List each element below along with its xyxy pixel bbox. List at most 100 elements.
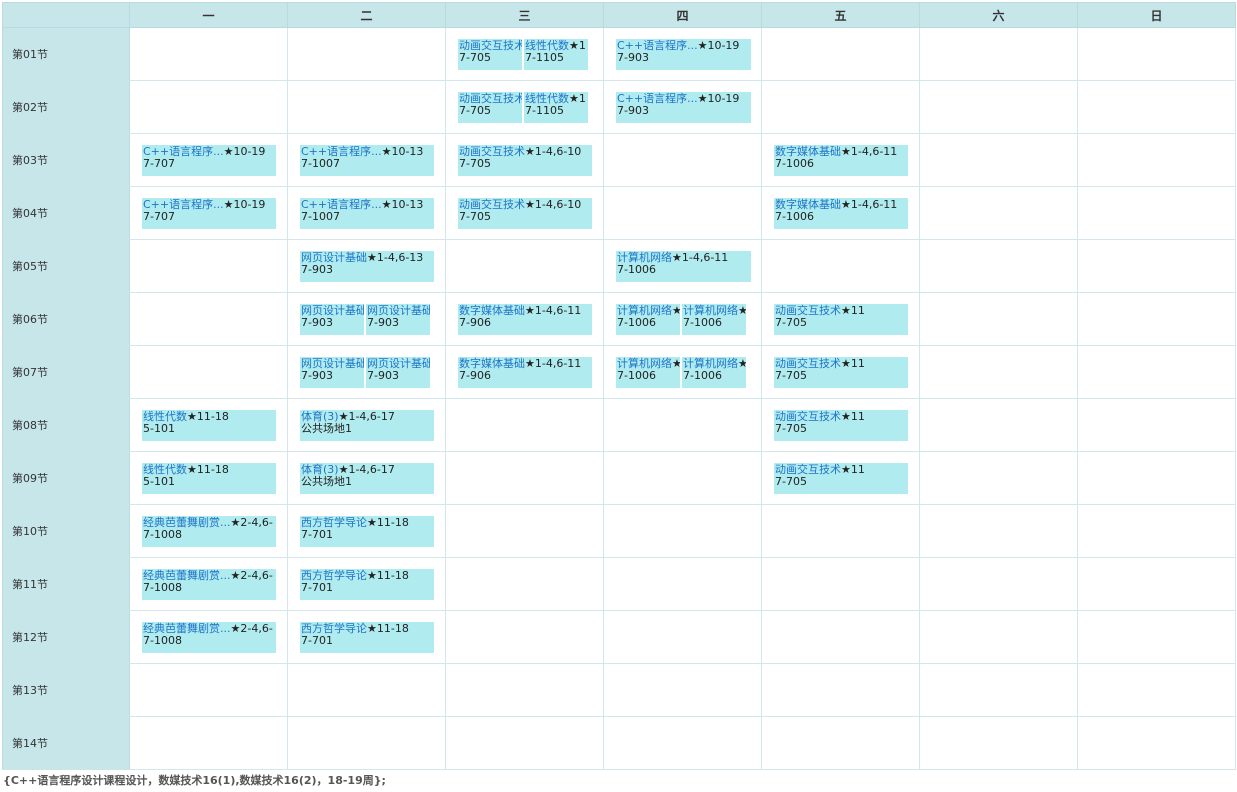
- cell-course-group: 计算机网络★1-4,6-11 7-1006: [616, 251, 761, 282]
- header-day-fri: 五: [761, 2, 920, 28]
- course-block[interactable]: 动画交互技术★11 7-705: [774, 463, 908, 494]
- course-block[interactable]: 网页设计基础 7-903: [366, 357, 430, 388]
- course-block[interactable]: 计算机网络★ 7-1006: [682, 304, 746, 335]
- course-weeks: ★1-4,6-10: [525, 198, 582, 211]
- course-block[interactable]: C++语言程序...★10-19 7-707: [142, 145, 276, 176]
- course-block[interactable]: 体育(3)★1-4,6-17 公共场地1: [300, 410, 434, 441]
- course-room: 7-701: [301, 634, 333, 647]
- course-block[interactable]: 西方哲学导论★11-18 7-701: [300, 569, 434, 600]
- course-weeks: ★: [738, 357, 746, 370]
- course-room: 7-705: [459, 210, 491, 223]
- course-block[interactable]: 线性代数★11-18 5-101: [142, 463, 276, 494]
- course-room: 7-903: [301, 316, 333, 329]
- cell-course-group: 动画交互技术★11 7-705: [774, 357, 919, 388]
- course-block[interactable]: 动画交互技术★1-4,6-10 7-705: [458, 145, 592, 176]
- cell-course-group: 经典芭蕾舞剧赏...★2-4,6- 7-1008: [142, 622, 287, 653]
- cell-course-group: 体育(3)★1-4,6-17 公共场地1: [300, 463, 445, 494]
- course-block[interactable]: 线性代数★1 7-1105: [524, 92, 588, 123]
- course-block[interactable]: 线性代数★1 7-1105: [524, 39, 588, 70]
- course-block[interactable]: 网页设计基础★1-4,6-13 7-903: [300, 251, 434, 282]
- course-room: 7-1105: [525, 104, 564, 117]
- course-block[interactable]: 计算机网络★ 7-1006: [616, 357, 680, 388]
- period-row: 第13节: [2, 663, 1236, 717]
- course-block[interactable]: C++语言程序...★10-19 7-903: [616, 92, 751, 123]
- course-weeks: ★11-18: [187, 463, 229, 476]
- course-block[interactable]: 动画交互技术★1-4,6-10 7-705: [458, 198, 592, 229]
- course-room: 7-705: [775, 316, 807, 329]
- course-block[interactable]: 数字媒体基础★1-4,6-11 7-1006: [774, 198, 908, 229]
- course-room: 7-705: [459, 157, 491, 170]
- schedule-cell-mon: [129, 716, 288, 770]
- period-row: 第07节 网页设计基础 7-903 网页设计基础 7-903 数字媒体基础★1-4,6-1…: [2, 345, 1236, 399]
- course-block[interactable]: 计算机网络★ 7-1006: [616, 304, 680, 335]
- course-weeks: ★11: [841, 304, 865, 317]
- course-block[interactable]: 西方哲学导论★11-18 7-701: [300, 622, 434, 653]
- course-weeks: ★2-4,6-: [230, 622, 273, 635]
- course-block[interactable]: C++语言程序...★10-13 7-1007: [300, 198, 434, 229]
- course-block[interactable]: 动画交互技术 7-705: [458, 92, 522, 123]
- course-block[interactable]: 网页设计基础 7-903: [300, 357, 364, 388]
- schedule-cell-fri: [761, 663, 920, 717]
- period-row: 第12节 经典芭蕾舞剧赏...★2-4,6- 7-1008 西方哲学导论★11-18 7…: [2, 610, 1236, 664]
- course-block[interactable]: 经典芭蕾舞剧赏...★2-4,6- 7-1008: [142, 622, 276, 653]
- header-day-wed: 三: [445, 2, 604, 28]
- course-block[interactable]: C++语言程序...★10-19 7-707: [142, 198, 276, 229]
- course-block[interactable]: 动画交互技术 7-705: [458, 39, 522, 70]
- course-block[interactable]: 线性代数★11-18 5-101: [142, 410, 276, 441]
- course-block[interactable]: 网页设计基础 7-903: [366, 304, 430, 335]
- course-room: 7-705: [459, 51, 491, 64]
- course-block[interactable]: 数字媒体基础★1-4,6-11 7-1006: [774, 145, 908, 176]
- schedule-cell-mon: [129, 80, 288, 134]
- course-block[interactable]: 动画交互技术★11 7-705: [774, 410, 908, 441]
- course-block[interactable]: 经典芭蕾舞剧赏...★2-4,6- 7-1008: [142, 569, 276, 600]
- course-weeks: ★: [672, 357, 680, 370]
- course-block[interactable]: 体育(3)★1-4,6-17 公共场地1: [300, 463, 434, 494]
- header-day-mon: 一: [129, 2, 288, 28]
- course-block[interactable]: 网页设计基础 7-903: [300, 304, 364, 335]
- schedule-cell-sun: [1077, 186, 1236, 240]
- course-block[interactable]: C++语言程序...★10-19 7-903: [616, 39, 751, 70]
- schedule-cell-fri: [761, 716, 920, 770]
- course-block[interactable]: 计算机网络★1-4,6-11 7-1006: [616, 251, 751, 282]
- schedule-cell-sun: [1077, 27, 1236, 81]
- schedule-cell-sun: [1077, 451, 1236, 505]
- schedule-cell-tue: 西方哲学导论★11-18 7-701: [287, 557, 446, 611]
- course-block[interactable]: 西方哲学导论★11-18 7-701: [300, 516, 434, 547]
- schedule-cell-tue: 网页设计基础 7-903 网页设计基础 7-903: [287, 345, 446, 399]
- schedule-cell-wed: 数字媒体基础★1-4,6-11 7-906: [445, 345, 604, 399]
- cell-course-group: 数字媒体基础★1-4,6-11 7-1006: [774, 145, 919, 176]
- schedule-cell-wed: [445, 504, 604, 558]
- period-row: 第01节 动画交互技术 7-705 线性代数★1 7-1105 C++语言程序...★10…: [2, 27, 1236, 81]
- schedule-cell-wed: 数字媒体基础★1-4,6-11 7-906: [445, 292, 604, 346]
- header-day-sat: 六: [919, 2, 1078, 28]
- schedule-cell-sun: [1077, 663, 1236, 717]
- cell-course-group: C++语言程序...★10-13 7-1007: [300, 198, 445, 229]
- schedule-cell-wed: [445, 239, 604, 293]
- course-block[interactable]: C++语言程序...★10-13 7-1007: [300, 145, 434, 176]
- course-block[interactable]: 数字媒体基础★1-4,6-11 7-906: [458, 304, 592, 335]
- schedule-cell-thu: 计算机网络★ 7-1006 计算机网络★ 7-1006: [603, 292, 762, 346]
- course-weeks: ★1: [569, 92, 586, 105]
- cell-course-group: 经典芭蕾舞剧赏...★2-4,6- 7-1008: [142, 516, 287, 547]
- course-block[interactable]: 数字媒体基础★1-4,6-11 7-906: [458, 357, 592, 388]
- course-weeks: ★1-4,6-10: [525, 145, 582, 158]
- cell-course-group: C++语言程序...★10-13 7-1007: [300, 145, 445, 176]
- schedule-cell-sat: [919, 398, 1078, 452]
- period-label: 第05节: [2, 239, 130, 293]
- cell-course-group: 动画交互技术 7-705 线性代数★1 7-1105: [458, 39, 603, 70]
- course-block[interactable]: 动画交互技术★11 7-705: [774, 304, 908, 335]
- course-block[interactable]: 动画交互技术★11 7-705: [774, 357, 908, 388]
- course-block[interactable]: 经典芭蕾舞剧赏...★2-4,6- 7-1008: [142, 516, 276, 547]
- schedule-cell-thu: [603, 398, 762, 452]
- schedule-cell-mon: [129, 292, 288, 346]
- course-block[interactable]: 计算机网络★ 7-1006: [682, 357, 746, 388]
- course-weeks: ★1: [569, 39, 586, 52]
- schedule-cell-wed: 动画交互技术★1-4,6-10 7-705: [445, 186, 604, 240]
- course-weeks: ★: [672, 304, 680, 317]
- header-day-tue: 二: [287, 2, 446, 28]
- course-room: 7-1006: [775, 157, 814, 170]
- schedule-cell-wed: [445, 610, 604, 664]
- cell-course-group: C++语言程序...★10-19 7-903: [616, 92, 761, 123]
- schedule-cell-fri: 数字媒体基础★1-4,6-11 7-1006: [761, 133, 920, 187]
- period-label: 第10节: [2, 504, 130, 558]
